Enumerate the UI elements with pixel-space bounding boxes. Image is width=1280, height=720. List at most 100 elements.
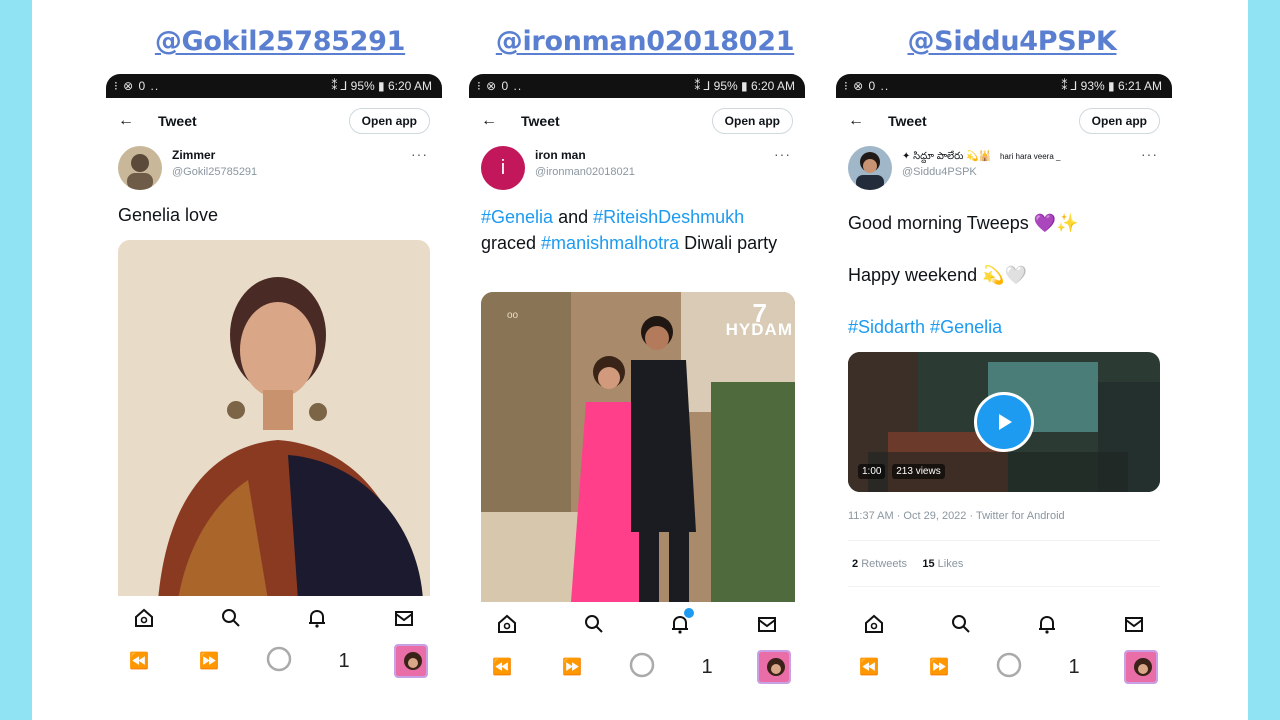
- more-options-icon[interactable]: ···: [1141, 146, 1158, 162]
- back-arrow-icon[interactable]: ←: [118, 112, 158, 130]
- tweet-image[interactable]: [118, 240, 430, 600]
- tweet-topbar: ← Tweet Open app: [469, 104, 805, 138]
- status-right: ⁑ ⅃ 95% ▮ 6:20 AM: [694, 79, 795, 93]
- search-icon[interactable]: [217, 604, 245, 632]
- author-username[interactable]: @Gokil25785291: [172, 166, 257, 178]
- reload-circle-icon[interactable]: [264, 645, 294, 678]
- back-nav-icon[interactable]: ⏪: [487, 657, 517, 677]
- home-icon[interactable]: [130, 604, 158, 632]
- hashtag-manishmalhotra[interactable]: #manishmalhotra: [541, 233, 679, 253]
- tab-thumbnail[interactable]: [394, 644, 428, 678]
- status-left: ⁝ ⊗ 0 ..: [114, 79, 160, 93]
- hashtag-riteishdeshmukh[interactable]: #RiteishDeshmukh: [593, 207, 744, 227]
- likes-label[interactable]: Likes: [938, 558, 964, 570]
- retweets-label[interactable]: Retweets: [861, 558, 907, 570]
- tweet-topbar: ← Tweet Open app: [836, 104, 1172, 138]
- tweet-line-1: Good morning Tweeps 💜✨: [848, 213, 1079, 233]
- tab-count[interactable]: 1: [1064, 656, 1084, 679]
- status-right: ⁑ ⅃ 95% ▮ 6:20 AM: [331, 79, 432, 93]
- messages-envelope-icon[interactable]: [390, 604, 418, 632]
- notifications-bell-icon[interactable]: [303, 604, 331, 632]
- status-bar: ⁝ ⊗ 0 .. ⁑ ⅃ 95% ▮ 6:20 AM: [106, 74, 442, 98]
- tweet-stats: 2 Retweets 15 Likes: [852, 558, 963, 570]
- tweet-text-part: and: [553, 207, 594, 227]
- search-icon[interactable]: [947, 610, 975, 638]
- author-username[interactable]: @ironman02018021: [535, 166, 635, 178]
- tweet-text: #Genelia and #RiteishDeshmukh graced #ma…: [481, 204, 795, 256]
- back-arrow-icon[interactable]: ←: [481, 112, 521, 130]
- home-icon[interactable]: [860, 610, 888, 638]
- reload-circle-icon[interactable]: [994, 651, 1024, 684]
- tweet-header-title: Tweet: [158, 113, 197, 129]
- tweet-image[interactable]: 7 HYDAM oo: [481, 292, 795, 602]
- open-app-button[interactable]: Open app: [1078, 108, 1160, 134]
- messages-envelope-icon[interactable]: [1120, 610, 1148, 638]
- browser-toolbar: ⏪ ⏩ 1: [106, 636, 442, 686]
- author-name[interactable]: iron man: [535, 148, 586, 162]
- more-options-icon[interactable]: ···: [411, 146, 428, 162]
- handle-link-2[interactable]: @ironman02018021: [475, 26, 815, 57]
- back-nav-icon[interactable]: ⏪: [854, 657, 884, 677]
- avatar[interactable]: [118, 146, 162, 190]
- video-meta: 1:00 213 views: [858, 464, 945, 479]
- author-name[interactable]: ✦ సిద్దూ పాలేరు 💫🕌 hari hara veera _: [902, 150, 1060, 164]
- status-bar: ⁝ ⊗ 0 .. ⁑ ⅃ 95% ▮ 6:20 AM: [469, 74, 805, 98]
- author-username[interactable]: @Siddu4PSPK: [902, 166, 977, 178]
- notifications-bell-icon[interactable]: [1033, 610, 1061, 638]
- home-icon[interactable]: [493, 610, 521, 638]
- likes-count[interactable]: 15: [922, 558, 934, 570]
- tweet-text-part: Diwali party: [679, 233, 778, 253]
- reload-circle-icon[interactable]: [627, 651, 657, 684]
- forward-nav-icon[interactable]: ⏩: [924, 657, 954, 677]
- tab-count[interactable]: 1: [697, 656, 717, 679]
- phone-screenshot-1: ⁝ ⊗ 0 .. ⁑ ⅃ 95% ▮ 6:20 AM ← Tweet Open …: [106, 74, 442, 700]
- bottom-navigation: [106, 596, 442, 640]
- avatar-letter: i: [500, 156, 506, 179]
- browser-toolbar: ⏪ ⏩ 1: [469, 642, 805, 692]
- messages-envelope-icon[interactable]: [753, 610, 781, 638]
- video-views: 213 views: [892, 464, 945, 479]
- more-options-icon[interactable]: ···: [774, 146, 791, 162]
- forward-nav-icon[interactable]: ⏩: [194, 651, 224, 671]
- back-nav-icon[interactable]: ⏪: [124, 651, 154, 671]
- status-right: ⁑ ⅃ 93% ▮ 6:21 AM: [1061, 79, 1162, 93]
- tweet-hashtags[interactable]: #Siddarth #Genelia: [848, 314, 1162, 340]
- tab-thumbnail[interactable]: [757, 650, 791, 684]
- forward-nav-icon[interactable]: ⏩: [557, 657, 587, 677]
- avatar[interactable]: [848, 146, 892, 190]
- handle-link-3[interactable]: @Siddu4PSPK: [842, 26, 1182, 57]
- tweet-text: Genelia love: [118, 205, 219, 225]
- tweet-header-title: Tweet: [521, 113, 560, 129]
- search-icon[interactable]: [580, 610, 608, 638]
- open-app-button[interactable]: Open app: [348, 108, 430, 134]
- status-left: ⁝ ⊗ 0 ..: [477, 79, 523, 93]
- play-button[interactable]: [974, 392, 1034, 452]
- tweet-timestamp[interactable]: 11:37 AM · Oct 29, 2022 · Twitter for An…: [848, 510, 1065, 522]
- divider: [848, 540, 1160, 541]
- author-name[interactable]: Zimmer: [172, 148, 215, 162]
- notifications-bell-icon[interactable]: [666, 608, 695, 638]
- phone-screenshot-3: ⁝ ⊗ 0 .. ⁑ ⅃ 93% ▮ 6:21 AM ← Tweet Open …: [836, 74, 1172, 700]
- video-duration: 1:00: [858, 464, 886, 479]
- play-icon: [999, 414, 1012, 430]
- notification-badge: [684, 608, 695, 618]
- handle-link-1[interactable]: @Gokil25785291: [110, 26, 450, 57]
- retweets-count[interactable]: 2: [852, 558, 858, 570]
- open-app-button[interactable]: Open app: [711, 108, 793, 134]
- tweet-header-title: Tweet: [888, 113, 927, 129]
- bottom-navigation: [836, 602, 1172, 646]
- author-name-text: ✦ సిద్దూ పాలేరు 💫🕌: [902, 151, 992, 162]
- phone-screenshot-2: ⁝ ⊗ 0 .. ⁑ ⅃ 95% ▮ 6:20 AM ← Tweet Open …: [469, 74, 805, 700]
- tab-thumbnail[interactable]: [1124, 650, 1158, 684]
- avatar[interactable]: i: [481, 146, 525, 190]
- tweet-author: i iron man @ironman02018021 ···: [481, 144, 793, 192]
- tweet-line-2: Happy weekend 💫🤍: [848, 265, 1027, 285]
- hashtag-genelia[interactable]: #Genelia: [481, 207, 553, 227]
- tab-count[interactable]: 1: [334, 650, 354, 673]
- back-arrow-icon[interactable]: ←: [848, 112, 888, 130]
- tweet-video[interactable]: 1:00 213 views: [848, 352, 1160, 492]
- tweet-topbar: ← Tweet Open app: [106, 104, 442, 138]
- image-wall-sign: oo: [507, 310, 519, 321]
- image-watermark: HYDAM: [725, 320, 793, 339]
- tweet-text-part: graced: [481, 233, 542, 253]
